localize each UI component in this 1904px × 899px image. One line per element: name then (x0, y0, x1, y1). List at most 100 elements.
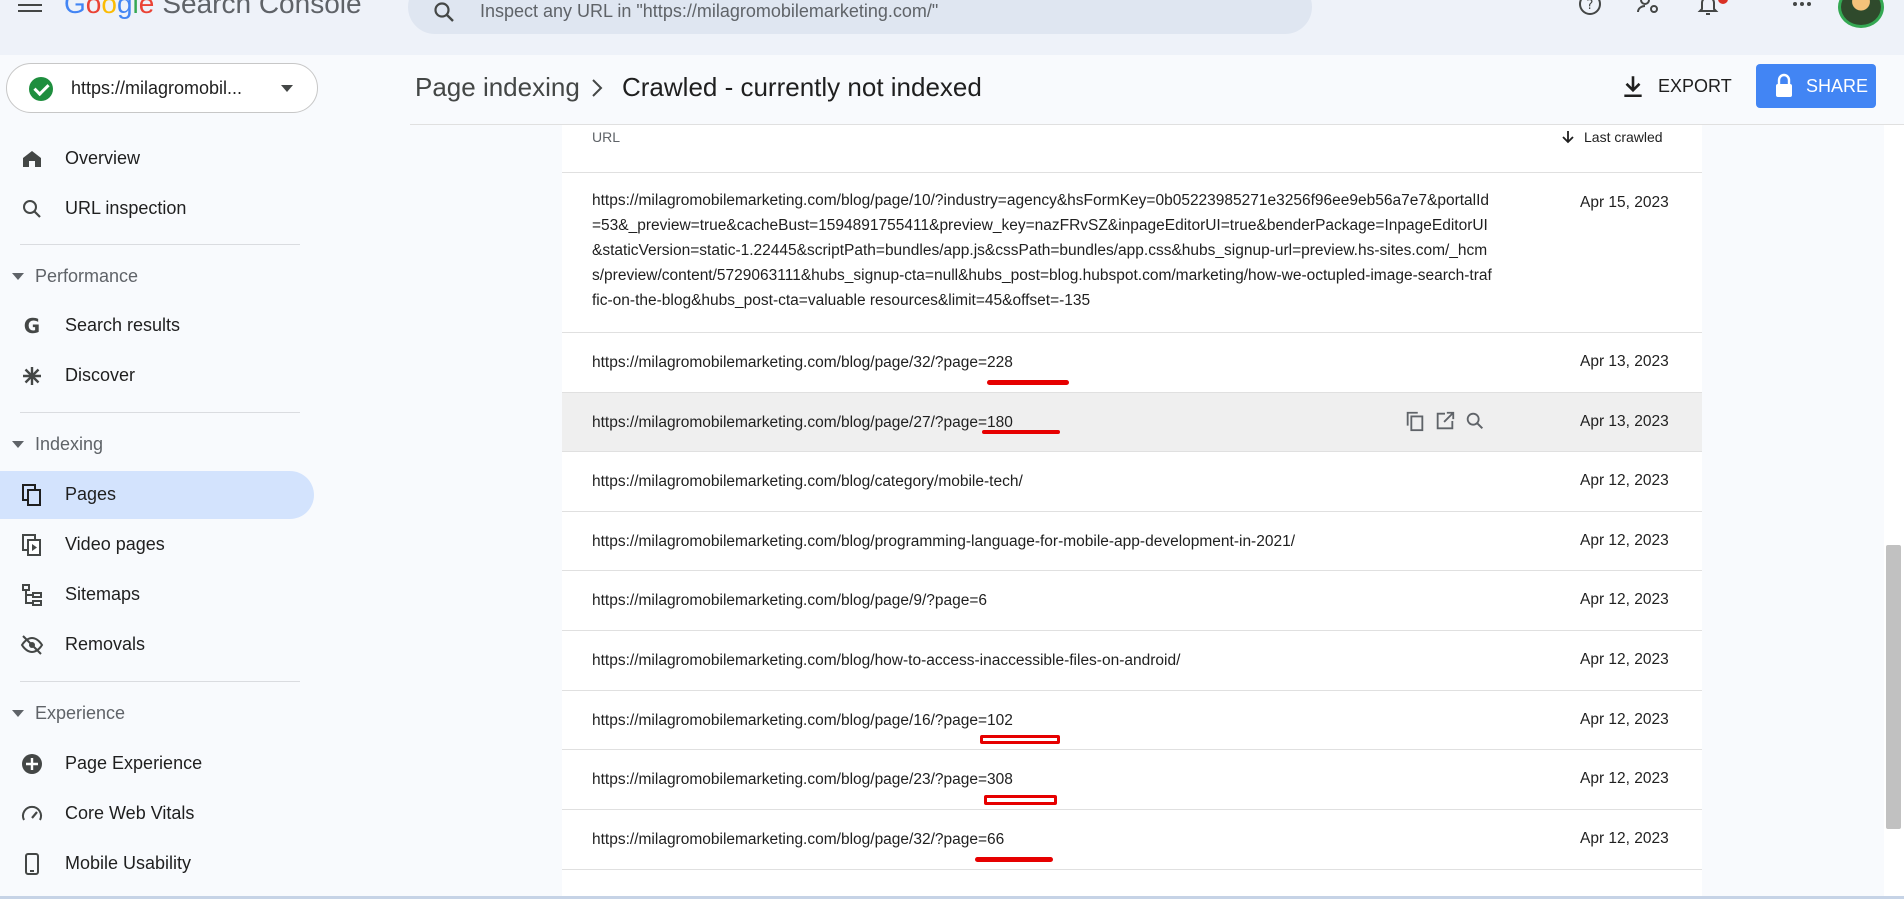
red-underline-annotation (987, 380, 1069, 385)
red-underline-annotation (982, 430, 1060, 434)
property-selector[interactable]: https://milagromobil... (6, 63, 318, 113)
sidebar-item-mobile-usability[interactable]: Mobile Usability (0, 840, 314, 888)
row-last-crawled: Apr 12, 2023 (1580, 830, 1669, 847)
section-experience[interactable]: Experience (0, 694, 310, 734)
row-url[interactable]: https://milagromobilemarketing.com/blog/… (592, 708, 1494, 733)
column-header-url[interactable]: URL (592, 129, 620, 145)
nav-divider (20, 681, 300, 682)
open-in-new-icon[interactable] (1434, 410, 1456, 432)
row-last-crawled: Apr 12, 2023 (1580, 591, 1669, 608)
collapse-caret-icon (12, 273, 24, 280)
row-last-crawled: Apr 12, 2023 (1580, 532, 1669, 549)
sidebar-item-url-inspection[interactable]: URL inspection (0, 185, 314, 233)
video-page-icon (22, 534, 41, 556)
sidebar-item-removals[interactable]: Removals (0, 621, 314, 669)
table-row[interactable]: https://milagromobilemarketing.com/blog/… (562, 393, 1702, 452)
apps-grid-icon[interactable] (1790, 0, 1814, 16)
urls-table: URL Last crawled https://milagromobilema… (562, 125, 1702, 899)
nav-divider (20, 412, 300, 413)
row-url[interactable]: https://milagromobilemarketing.com/blog/… (592, 469, 1494, 494)
sidebar-item-overview[interactable]: Overview (0, 135, 314, 183)
row-url[interactable]: https://milagromobilemarketing.com/blog/… (592, 188, 1494, 313)
asterisk-icon (23, 367, 41, 385)
account-avatar[interactable] (1838, 0, 1884, 28)
arrow-down-icon (1562, 131, 1574, 144)
row-last-crawled: Apr 12, 2023 (1580, 770, 1669, 787)
export-button[interactable]: EXPORT (1620, 66, 1732, 106)
row-last-crawled: Apr 12, 2023 (1580, 711, 1669, 728)
hamburger-icon[interactable] (18, 0, 42, 14)
page-title: Crawled - currently not indexed (622, 72, 982, 102)
url-inspect-input[interactable] (480, 0, 1260, 22)
search-icon (23, 200, 41, 218)
product-logo[interactable]: Google Search Console (64, 0, 362, 20)
product-name: Search Console (162, 0, 362, 19)
speed-gauge-icon (22, 805, 42, 821)
row-last-crawled: Apr 15, 2023 (1580, 194, 1669, 211)
red-box-annotation (980, 735, 1060, 744)
sidebar-item-core-web-vitals[interactable]: Core Web Vitals (0, 790, 314, 838)
copy-icon[interactable] (1404, 410, 1426, 432)
table-row[interactable]: https://milagromobilemarketing.com/blog/… (562, 691, 1702, 750)
sitemap-icon (22, 584, 42, 606)
svg-text:G: G (24, 314, 40, 338)
sidebar-item-sitemaps[interactable]: Sitemaps (0, 571, 314, 619)
collapse-caret-icon (12, 441, 24, 448)
row-url[interactable]: https://milagromobilemarketing.com/blog/… (592, 648, 1494, 673)
row-url[interactable]: https://milagromobilemarketing.com/blog/… (592, 767, 1494, 792)
row-actions (1404, 410, 1486, 432)
verified-check-icon (29, 77, 53, 101)
sidebar-item-search-results[interactable]: G Search results (0, 302, 314, 350)
chevron-down-icon (281, 85, 293, 92)
pages-icon (22, 484, 41, 506)
sidebar-item-pages[interactable]: Pages (0, 471, 314, 519)
smartphone-icon (25, 853, 39, 875)
table-header: URL Last crawled (562, 125, 1702, 173)
eye-off-icon (20, 635, 44, 655)
share-button[interactable]: SHARE (1756, 64, 1876, 108)
share-label: SHARE (1806, 76, 1869, 96)
row-url[interactable]: https://milagromobilemarketing.com/blog/… (592, 827, 1494, 852)
search-icon[interactable] (432, 0, 456, 24)
property-label: https://milagromobil... (71, 78, 243, 98)
bell-icon[interactable] (1696, 0, 1720, 16)
red-underline-annotation (975, 857, 1053, 862)
scrollbar-thumb[interactable] (1886, 545, 1901, 829)
table-row[interactable]: https://milagromobilemarketing.com/blog/… (562, 333, 1702, 393)
inspect-url-icon[interactable] (1464, 410, 1486, 432)
download-icon (1624, 76, 1642, 98)
lock-icon (1776, 73, 1792, 97)
row-last-crawled: Apr 12, 2023 (1580, 472, 1669, 489)
table-row[interactable]: https://milagromobilemarketing.com/blog/… (562, 571, 1702, 631)
row-url[interactable]: https://milagromobilemarketing.com/blog/… (592, 529, 1494, 554)
column-header-last-crawled[interactable]: Last crawled (1560, 129, 1663, 145)
row-last-crawled: Apr 12, 2023 (1580, 651, 1669, 668)
table-row[interactable]: https://milagromobilemarketing.com/blog/… (562, 174, 1702, 333)
sidebar-item-discover[interactable]: Discover (0, 352, 314, 400)
row-url[interactable]: https://milagromobilemarketing.com/blog/… (592, 350, 1494, 375)
home-icon (23, 151, 41, 167)
table-row[interactable]: https://milagromobilemarketing.com/blog/… (562, 512, 1702, 571)
manage-accounts-icon[interactable] (1636, 0, 1660, 16)
breadcrumb-page-indexing[interactable]: Page indexing (415, 72, 580, 103)
row-url[interactable]: https://milagromobilemarketing.com/blog/… (592, 588, 1494, 613)
table-row[interactable]: https://milagromobilemarketing.com/blog/… (562, 452, 1702, 512)
section-performance[interactable]: Performance (0, 257, 310, 297)
help-icon[interactable]: ? (1578, 0, 1602, 16)
nav-divider (20, 244, 300, 245)
red-box-annotation (984, 795, 1057, 805)
svg-text:?: ? (1587, 0, 1594, 13)
export-label: EXPORT (1658, 75, 1732, 96)
table-row[interactable]: https://milagromobilemarketing.com/blog/… (562, 810, 1702, 870)
url-inspect-searchbox[interactable] (408, 0, 1312, 34)
collapse-caret-icon (12, 710, 24, 717)
google-g-icon: G (24, 314, 40, 338)
sidebar-item-video-pages[interactable]: Video pages (0, 521, 314, 569)
top-app-bar: GoogleSearch Console ? (0, 0, 1904, 55)
table-row[interactable]: https://milagromobilemarketing.com/blog/… (562, 750, 1702, 810)
table-row[interactable]: https://milagromobilemarketing.com/blog/… (562, 631, 1702, 691)
sidebar-item-page-experience[interactable]: Page Experience (0, 740, 314, 788)
row-last-crawled: Apr 13, 2023 (1580, 353, 1669, 370)
page-experience-icon (22, 754, 42, 774)
section-indexing[interactable]: Indexing (0, 425, 310, 465)
